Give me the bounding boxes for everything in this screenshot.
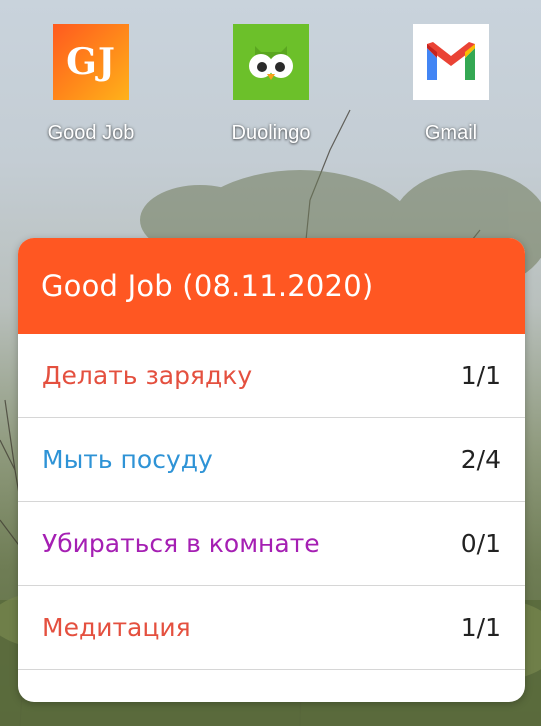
task-row[interactable]: Убираться в комнате 0/1 [18, 502, 525, 586]
task-count: 1/1 [460, 361, 501, 390]
widget-title: Good Job (08.11.2020) [41, 269, 374, 303]
duolingo-owl-icon[interactable] [233, 24, 309, 100]
app-label-gmail: Gmail [424, 122, 478, 144]
good-job-widget: Good Job (08.11.2020) Делать зарядку 1/1… [18, 238, 525, 702]
task-row[interactable]: Медитация 1/1 [18, 586, 525, 670]
task-name: Мыть посуду [42, 445, 213, 474]
app-label-duolingo: Duolingo [231, 122, 311, 144]
task-count: 1/1 [460, 613, 501, 642]
app-good-job[interactable]: GJ Good Job [26, 24, 156, 145]
gmail-icon[interactable] [413, 24, 489, 100]
task-row[interactable]: Делать зарядку 1/1 [18, 334, 525, 418]
task-count: 2/4 [460, 445, 501, 474]
app-label-good-job: Good Job [47, 122, 135, 144]
task-name: Убираться в комнате [42, 529, 320, 558]
good-job-icon[interactable]: GJ [53, 24, 129, 100]
task-name: Делать зарядку [42, 361, 253, 390]
task-count: 0/1 [460, 529, 501, 558]
app-duolingo[interactable]: Duolingo [206, 24, 336, 145]
task-row[interactable]: Мыть посуду 2/4 [18, 418, 525, 502]
app-gmail[interactable]: Gmail [386, 24, 516, 145]
task-name: Медитация [42, 613, 191, 642]
widget-header[interactable]: Good Job (08.11.2020) [18, 238, 525, 334]
